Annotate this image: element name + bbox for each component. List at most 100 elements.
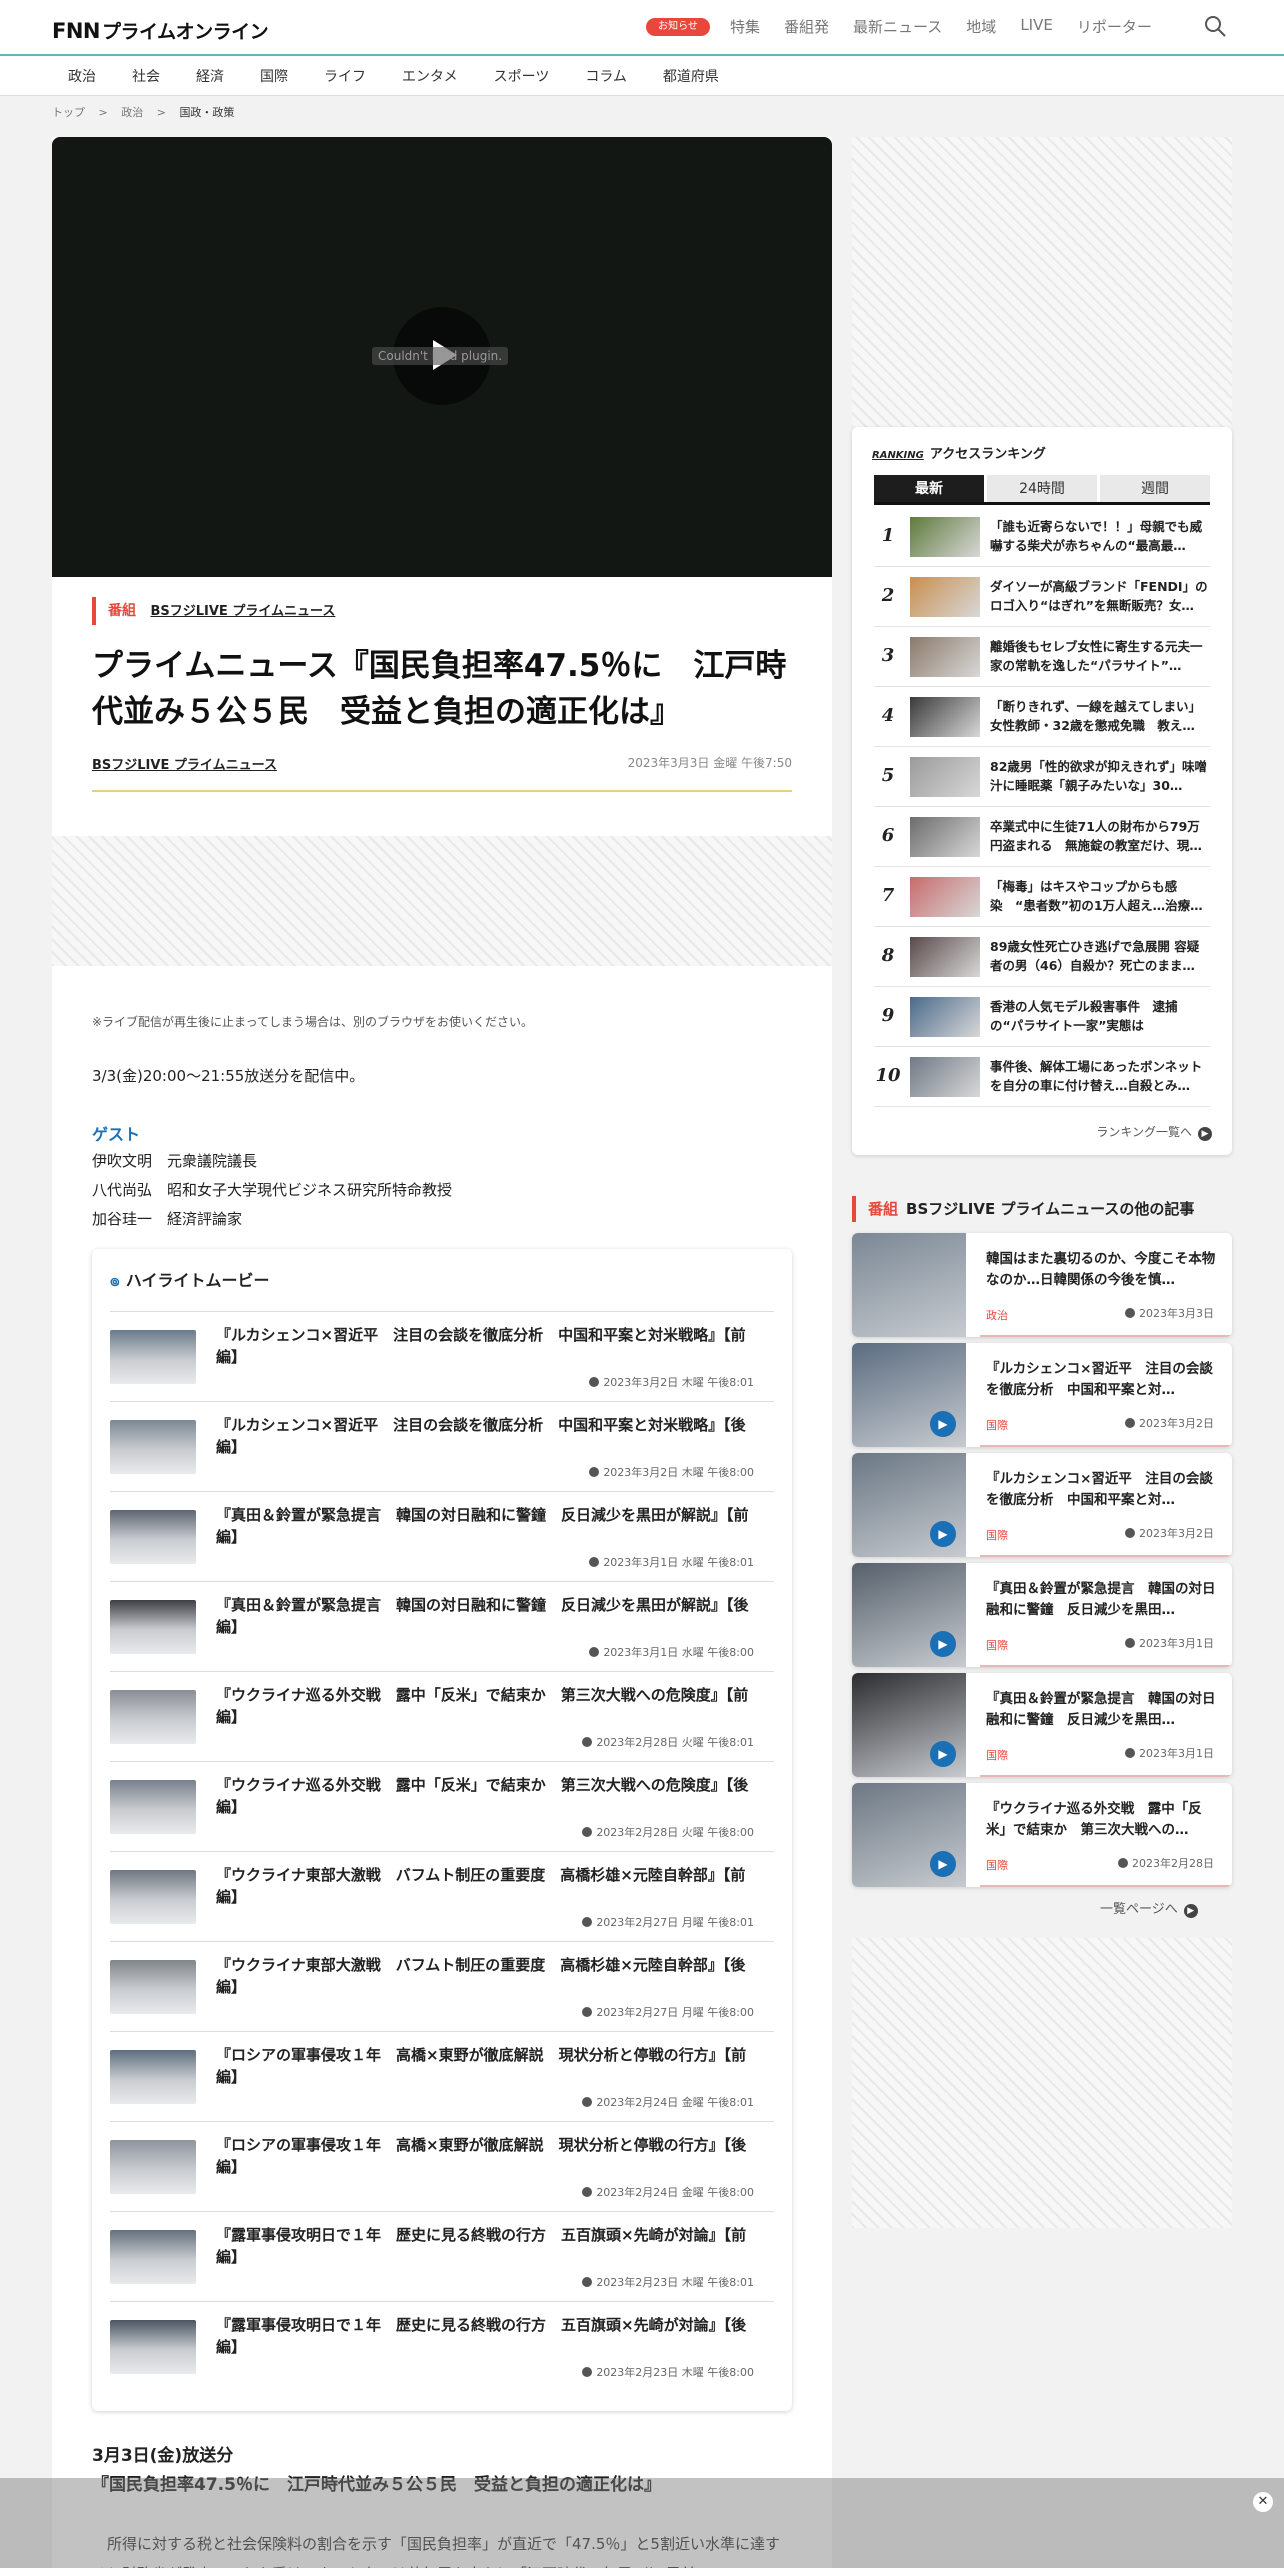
ranking-thumbnail[interactable] (910, 817, 980, 857)
other-article-card[interactable]: ▶ 『ルカシェンコ×習近平 注目の会談を徹底分析 中国和平案と対… 国際 2023年3… (852, 1343, 1232, 1447)
breadcrumb-top[interactable]: トップ (52, 106, 85, 119)
nav-item-live[interactable]: LIVE (1020, 16, 1053, 37)
other-more-link[interactable]: 一覧ページへ ▶ (1100, 1898, 1198, 1918)
highlight-item[interactable]: 『ウクライナ巡る外交戦 露中「反米」で結束か 第三次大戦への危険度』【後編】 20… (110, 1761, 774, 1851)
ranking-item[interactable]: 1 「誰も近寄らないで！！」母親でも威嚇する柴犬が赤ちゃんの“最高最… (874, 507, 1210, 567)
article-thumbnail[interactable]: ▶ (852, 1453, 966, 1557)
highlight-item-title[interactable]: 『ロシアの軍事侵攻１年 高橋×東野が徹底解説 現状分析と停戦の行方』【後編】 (216, 2134, 756, 2178)
ranking-thumbnail[interactable] (910, 637, 980, 677)
highlight-item-title[interactable]: 『ウクライナ東部大激戦 バフムト制圧の重要度 高橋杉雄×元陸自幹部』【後編】 (216, 1954, 756, 1998)
category-label[interactable]: 国際 (986, 1857, 1008, 1873)
category-label[interactable]: 国際 (986, 1527, 1008, 1543)
ranking-item[interactable]: 4 「断りきれず、一線を越えてしまい」女性教師・32歳を懲戒免職 教え… (874, 687, 1210, 747)
ranking-item[interactable]: 8 89歳女性死亡ひき逃げで急展開 容疑者の男（46）自殺か？死亡のまま… (874, 927, 1210, 987)
other-article-card[interactable]: ▶ 『ウクライナ巡る外交戦 露中「反米」で結束か 第三次大戦への… 国際 2023年2… (852, 1783, 1232, 1887)
category-entertainment[interactable]: エンタメ (384, 66, 476, 86)
article-thumbnail[interactable]: ▶ (852, 1783, 966, 1887)
ranking-thumbnail[interactable] (910, 997, 980, 1037)
video-thumbnail[interactable] (110, 1420, 196, 1474)
other-article-title[interactable]: 『ルカシェンコ×習近平 注目の会談を徹底分析 中国和平案と対… (986, 1469, 1216, 1511)
ranking-item-title[interactable]: 事件後、解体工場にあったボンネットを自分の車に付け替え…自殺とみ… (990, 1057, 1210, 1095)
other-article-card[interactable]: ▶ 『真田＆鈴置が緊急提言 韓国の対日融和に警鐘 反日減少を黒田… 国際 2023年3… (852, 1673, 1232, 1777)
ranking-thumbnail[interactable] (910, 877, 980, 917)
highlight-item-title[interactable]: 『露軍事侵攻明日で１年 歴史に見る終戦の行方 五百旗頭×先崎が対論』【前編】 (216, 2224, 756, 2268)
highlight-item[interactable]: 『真田＆鈴置が緊急提言 韓国の対日融和に警鐘 反日減少を黒田が解説』【後編】 20… (110, 1581, 774, 1671)
other-article-title[interactable]: 『ルカシェンコ×習近平 注目の会談を徹底分析 中国和平案と対… (986, 1359, 1216, 1401)
other-article-title[interactable]: 『ウクライナ巡る外交戦 露中「反米」で結束か 第三次大戦への… (986, 1799, 1216, 1841)
highlight-item-title[interactable]: 『真田＆鈴置が緊急提言 韓国の対日融和に警鐘 反日減少を黒田が解説』【前編】 (216, 1504, 756, 1548)
video-thumbnail[interactable] (110, 1780, 196, 1834)
video-thumbnail[interactable] (110, 2320, 196, 2374)
nav-item-latest[interactable]: 最新ニュース (853, 16, 942, 37)
highlight-item[interactable]: 『ウクライナ東部大激戦 バフムト制圧の重要度 高橋杉雄×元陸自幹部』【後編】 20… (110, 1941, 774, 2031)
highlight-item-title[interactable]: 『ルカシェンコ×習近平 注目の会談を徹底分析 中国和平案と対米戦略』【前編】 (216, 1324, 756, 1368)
ranking-thumbnail[interactable] (910, 517, 980, 557)
highlight-item[interactable]: 『ルカシェンコ×習近平 注目の会談を徹底分析 中国和平案と対米戦略』【後編】 20… (110, 1401, 774, 1491)
video-thumbnail[interactable] (110, 2230, 196, 2284)
article-thumbnail[interactable]: ▶ (852, 1563, 966, 1667)
ranking-item[interactable]: 6 卒業式中に生徒71人の財布から79万円盗まれる 無施錠の教室だけ、現… (874, 807, 1210, 867)
video-thumbnail[interactable] (110, 1870, 196, 1924)
ranking-item-title[interactable]: 「誰も近寄らないで！！」母親でも威嚇する柴犬が赤ちゃんの“最高最… (990, 517, 1210, 555)
category-prefectures[interactable]: 都道府県 (645, 66, 737, 86)
highlight-item-title[interactable]: 『ルカシェンコ×習近平 注目の会談を徹底分析 中国和平案と対米戦略』【後編】 (216, 1414, 756, 1458)
ranking-item-title[interactable]: 香港の人気モデル殺害事件 逮捕の“パラサイト一家”実態は (990, 997, 1210, 1035)
other-article-card[interactable]: 韓国はまた裏切るのか、今度こそ本物なのか…日韓関係の今後を慎… 政治 2023年3月… (852, 1233, 1232, 1337)
category-sports[interactable]: スポーツ (476, 66, 568, 86)
category-label[interactable]: 国際 (986, 1417, 1008, 1433)
category-international[interactable]: 国際 (242, 66, 306, 86)
other-article-title[interactable]: 『真田＆鈴置が緊急提言 韓国の対日融和に警鐘 反日減少を黒田… (986, 1579, 1216, 1621)
video-player[interactable]: Couldn't load plugin. (52, 137, 832, 577)
highlight-item[interactable]: 『ウクライナ東部大激戦 バフムト制圧の重要度 高橋杉雄×元陸自幹部』【前編】 20… (110, 1851, 774, 1941)
nav-item-programs[interactable]: 番組発 (784, 16, 829, 37)
highlight-item[interactable]: 『露軍事侵攻明日で１年 歴史に見る終戦の行方 五百旗頭×先崎が対論』【後編】 20… (110, 2301, 774, 2391)
category-life[interactable]: ライフ (306, 66, 384, 86)
ranking-thumbnail[interactable] (910, 937, 980, 977)
highlight-item-title[interactable]: 『真田＆鈴置が緊急提言 韓国の対日融和に警鐘 反日減少を黒田が解説』【後編】 (216, 1594, 756, 1638)
highlight-item-title[interactable]: 『ウクライナ巡る外交戦 露中「反米」で結束か 第三次大戦への危険度』【前編】 (216, 1684, 756, 1728)
category-column[interactable]: コラム (567, 66, 645, 86)
article-thumbnail[interactable]: ▶ (852, 1343, 966, 1447)
other-article-card[interactable]: ▶ 『真田＆鈴置が緊急提言 韓国の対日融和に警鐘 反日減少を黒田… 国際 2023年3… (852, 1563, 1232, 1667)
video-thumbnail[interactable] (110, 1690, 196, 1744)
category-label[interactable]: 国際 (986, 1747, 1008, 1763)
other-article-title[interactable]: 韓国はまた裏切るのか、今度こそ本物なのか…日韓関係の今後を慎… (986, 1249, 1216, 1291)
tab-24h[interactable]: 24時間 (987, 475, 1097, 502)
highlight-item-title[interactable]: 『ロシアの軍事侵攻１年 高橋×東野が徹底解説 現状分析と停戦の行方』【前編】 (216, 2044, 756, 2088)
other-article-card[interactable]: ▶ 『ルカシェンコ×習近平 注目の会談を徹底分析 中国和平案と対… 国際 2023年3… (852, 1453, 1232, 1557)
category-politics[interactable]: 政治 (50, 66, 114, 86)
site-logo[interactable]: FNN プライムオンライン (52, 17, 269, 44)
video-thumbnail[interactable] (110, 1330, 196, 1384)
ranking-item[interactable]: 9 香港の人気モデル殺害事件 逮捕の“パラサイト一家”実態は (874, 987, 1210, 1047)
nav-item-reporter[interactable]: リポーター (1077, 16, 1152, 37)
highlight-item[interactable]: 『露軍事侵攻明日で１年 歴史に見る終戦の行方 五百旗頭×先崎が対論』【前編】 20… (110, 2211, 774, 2301)
ranking-thumbnail[interactable] (910, 697, 980, 737)
video-thumbnail[interactable] (110, 1960, 196, 2014)
ranking-item-title[interactable]: 「梅毒」はキスやコップからも感染 “患者数”初の1万人超え…治療… (990, 877, 1210, 915)
ranking-thumbnail[interactable] (910, 577, 980, 617)
ranking-item[interactable]: 2 ダイソーが高級ブランド「FENDI」のロゴ入り“はぎれ”を無断販売？女… (874, 567, 1210, 627)
ranking-item-title[interactable]: 離婚後もセレブ女性に寄生する元夫一家の常軌を逸した“パラサイト”… (990, 637, 1210, 675)
ranking-item[interactable]: 10 事件後、解体工場にあったボンネットを自分の車に付け替え…自殺とみ… (874, 1047, 1210, 1107)
highlight-item[interactable]: 『ロシアの軍事侵攻１年 高橋×東野が徹底解説 現状分析と停戦の行方』【後編】 20… (110, 2121, 774, 2211)
highlight-item-title[interactable]: 『ウクライナ巡る外交戦 露中「反米」で結束か 第三次大戦への危険度』【後編】 (216, 1774, 756, 1818)
ranking-item-title[interactable]: ダイソーが高級ブランド「FENDI」のロゴ入り“はぎれ”を無断販売？女… (990, 577, 1210, 615)
highlight-item-title[interactable]: 『ウクライナ東部大激戦 バフムト制圧の重要度 高橋杉雄×元陸自幹部』【前編】 (216, 1864, 756, 1908)
ranking-item[interactable]: 7 「梅毒」はキスやコップからも感染 “患者数”初の1万人超え…治療… (874, 867, 1210, 927)
tab-latest[interactable]: 最新 (874, 475, 984, 502)
ranking-item-title[interactable]: 89歳女性死亡ひき逃げで急展開 容疑者の男（46）自殺か？死亡のまま… (990, 937, 1210, 975)
ranking-item[interactable]: 3 離婚後もセレブ女性に寄生する元夫一家の常軌を逸した“パラサイト”… (874, 627, 1210, 687)
tab-weekly[interactable]: 週間 (1100, 475, 1210, 502)
ranking-item-title[interactable]: 卒業式中に生徒71人の財布から79万円盗まれる 無施錠の教室だけ、現… (990, 817, 1210, 855)
source-link[interactable]: BSフジLIVE プライムニュース (92, 754, 277, 773)
category-label[interactable]: 政治 (986, 1307, 1008, 1323)
nav-item-region[interactable]: 地域 (966, 16, 996, 37)
search-icon[interactable] (1203, 14, 1227, 38)
close-icon[interactable]: ✕ (1253, 2492, 1273, 2512)
category-label[interactable]: 国際 (986, 1637, 1008, 1653)
highlight-item[interactable]: 『ウクライナ巡る外交戦 露中「反米」で結束か 第三次大戦への危険度』【前編】 20… (110, 1671, 774, 1761)
ranking-thumbnail[interactable] (910, 1057, 980, 1097)
video-thumbnail[interactable] (110, 1600, 196, 1654)
ranking-more-link[interactable]: ランキング一覧へ ▶ (1096, 1123, 1212, 1141)
ranking-item[interactable]: 5 82歳男「性的欲求が抑えきれず」味噌汁に睡眠薬「親子みたいな」30… (874, 747, 1210, 807)
